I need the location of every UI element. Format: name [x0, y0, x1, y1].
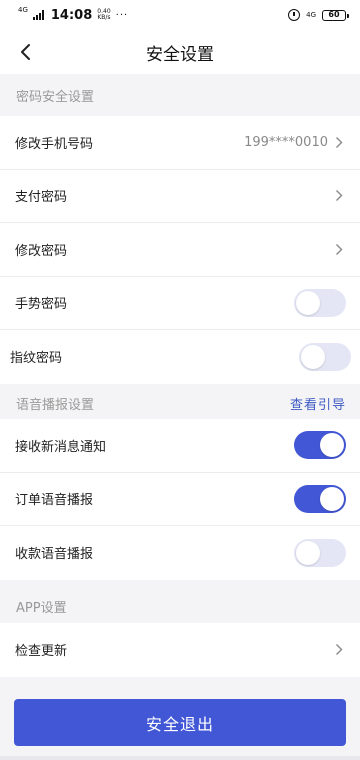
page-title: 安全设置 — [146, 44, 214, 65]
status-time: 14:08 — [50, 7, 93, 23]
row-label: 修改手机号码 — [15, 136, 94, 152]
row-label: 收款语音播报 — [15, 547, 94, 563]
chevron-right-icon — [332, 189, 346, 203]
toggle-knob — [320, 433, 344, 458]
network-speed-unit: KB/s — [97, 14, 111, 21]
row-gesture-password: 手势密码 — [0, 277, 360, 330]
status-right: 4G 60 — [288, 9, 349, 21]
bottom-edge — [0, 756, 360, 760]
row-change-password[interactable]: 修改密码 — [0, 223, 360, 277]
row-label: 修改密码 — [15, 243, 68, 259]
network-type-right: 4G — [306, 10, 316, 19]
row-label: 指纹密码 — [10, 351, 63, 367]
password-settings-group: 修改手机号码 199****0010 支付密码 修改密码 手势密码 指纹密码 — [0, 116, 360, 384]
row-change-phone[interactable]: 修改手机号码 199****0010 — [0, 116, 360, 170]
new-message-toggle[interactable] — [294, 431, 346, 460]
row-new-message-notification: 接收新消息通知 — [0, 419, 360, 473]
row-check-update[interactable]: 检查更新 — [0, 623, 360, 677]
chevron-right-icon — [332, 135, 346, 149]
toggle-knob — [320, 486, 344, 511]
fingerprint-password-toggle[interactable] — [299, 342, 351, 371]
network-type-label: 4G — [18, 5, 28, 14]
section-header-password: 密码安全设置 — [0, 74, 360, 116]
section-title-app: APP设置 — [16, 600, 67, 616]
toggle-knob — [301, 344, 325, 369]
row-label: 订单语音播报 — [15, 493, 94, 509]
order-voice-toggle[interactable] — [294, 484, 346, 513]
alarm-icon — [288, 9, 301, 21]
chevron-right-icon — [332, 242, 346, 256]
section-title-password: 密码安全设置 — [16, 89, 95, 105]
section-title-voice: 语音播报设置 — [16, 397, 95, 413]
section-header-voice: 语音播报设置 查看引导 — [0, 382, 360, 424]
gesture-password-toggle[interactable] — [294, 288, 346, 317]
app-settings-group: 检查更新 — [0, 623, 360, 677]
logout-button[interactable]: 安全退出 — [14, 699, 346, 746]
battery-icon: 60 — [322, 9, 349, 21]
phone-number-value: 199****0010 — [244, 134, 328, 150]
nav-bar: 安全设置 — [0, 30, 360, 74]
more-notifications-icon: ··· — [115, 9, 129, 21]
toggle-knob — [296, 540, 320, 565]
chevron-left-icon — [21, 44, 30, 60]
network-speed: 0.40 KB/s — [97, 9, 110, 21]
row-fingerprint-password: 指纹密码 — [0, 330, 360, 384]
view-guide-link[interactable]: 查看引导 — [290, 394, 346, 413]
section-header-app: APP设置 — [0, 585, 360, 627]
row-label: 检查更新 — [15, 644, 68, 660]
voice-settings-group: 接收新消息通知 订单语音播报 收款语音播报 — [0, 419, 360, 580]
status-bar: 4G 14:08 0.40 KB/s ··· 4G 60 — [0, 0, 360, 30]
back-button[interactable] — [14, 40, 38, 64]
row-label: 手势密码 — [15, 297, 68, 313]
chevron-right-icon — [332, 643, 346, 657]
row-label: 接收新消息通知 — [15, 439, 107, 455]
row-payment-voice-broadcast: 收款语音播报 — [0, 526, 360, 580]
payment-voice-toggle[interactable] — [294, 538, 346, 567]
signal-icon — [32, 10, 44, 20]
row-order-voice-broadcast: 订单语音播报 — [0, 473, 360, 526]
row-label: 支付密码 — [15, 190, 68, 206]
row-payment-password[interactable]: 支付密码 — [0, 170, 360, 223]
status-left: 4G 14:08 0.40 KB/s ··· — [18, 5, 129, 23]
toggle-knob — [296, 290, 320, 315]
